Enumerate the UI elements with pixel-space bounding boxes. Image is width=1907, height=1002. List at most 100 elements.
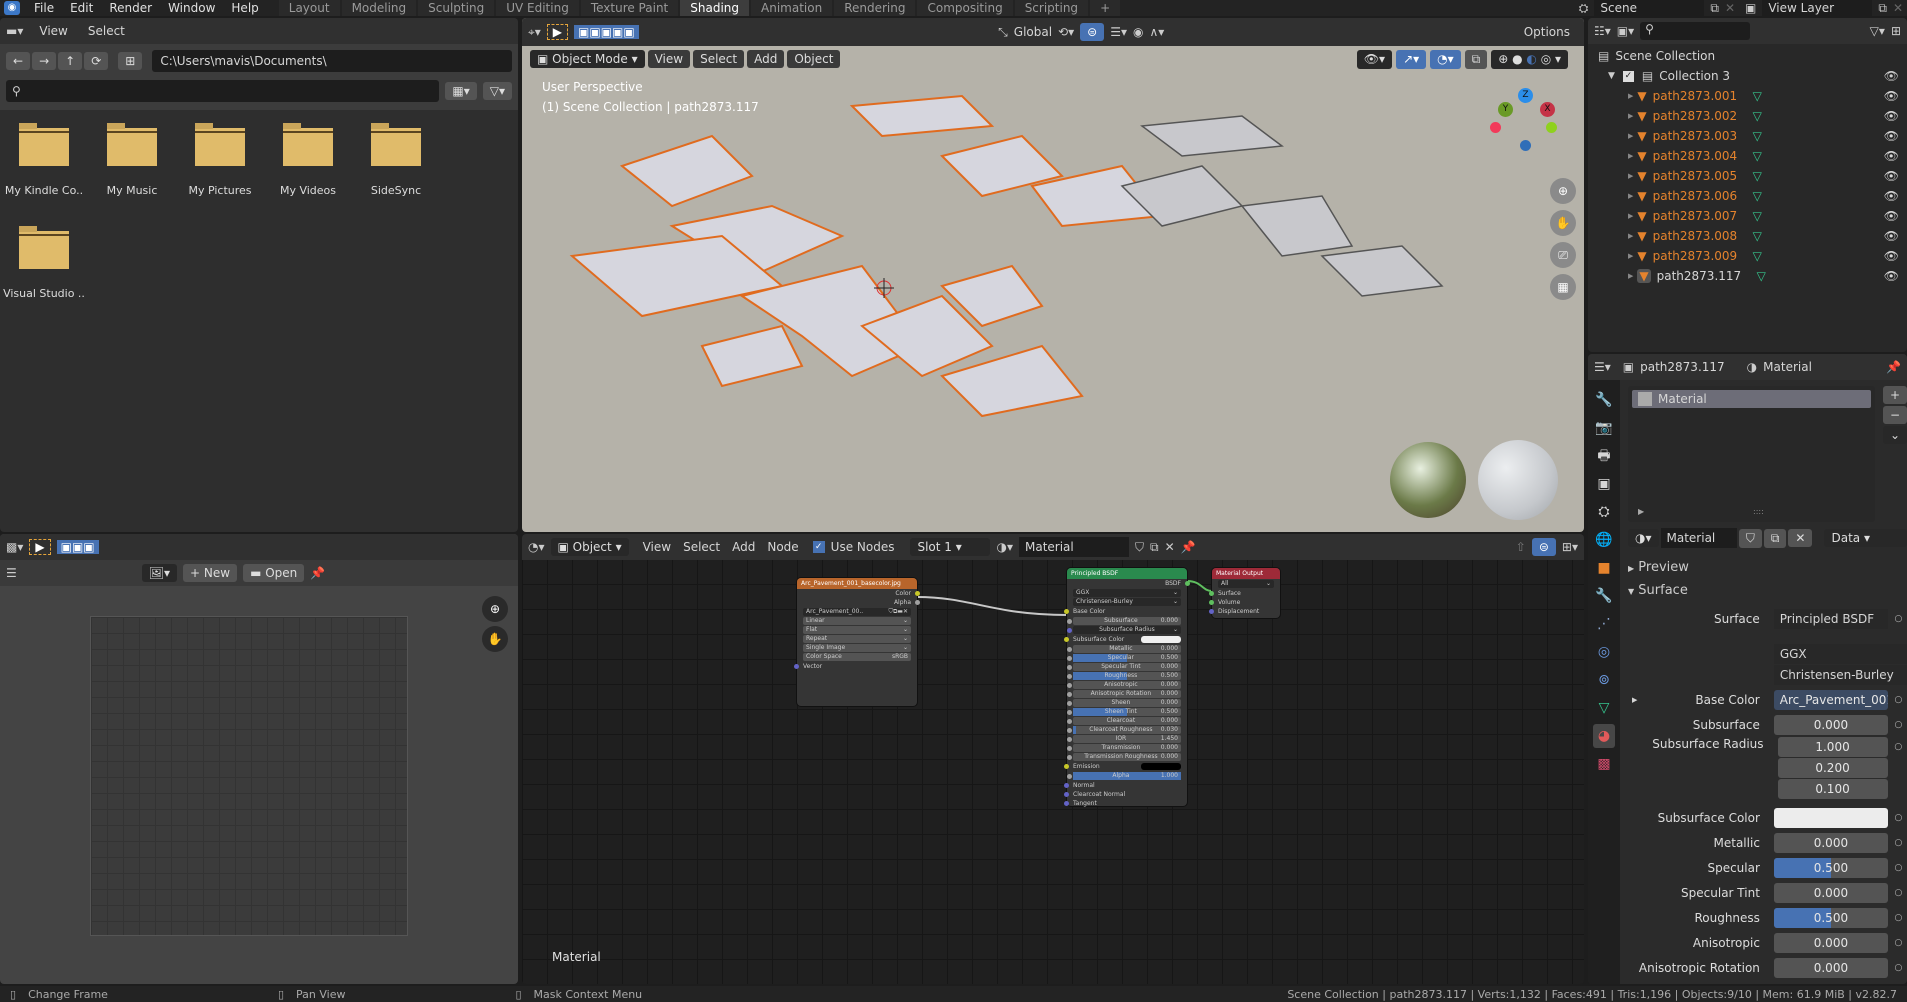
color-swatch[interactable] [1141, 636, 1181, 643]
value-slider[interactable]: 0.000 [1773, 932, 1888, 953]
view-layer-tab-icon[interactable]: ▣ [1593, 472, 1615, 496]
fb-menu-select[interactable]: Select [88, 24, 125, 38]
menu-window[interactable]: Window [160, 0, 223, 16]
mesh-data-icon[interactable]: ▽ [1753, 169, 1762, 183]
pin-icon[interactable]: 📌 [310, 566, 325, 580]
file-item[interactable]: My Pictures [176, 123, 264, 197]
object-name[interactable]: path2873.004 [1653, 149, 1753, 163]
bsdf-input[interactable]: Subsurface 0.000 [1067, 617, 1181, 625]
particles-tab-icon[interactable]: ⋰ [1593, 612, 1615, 636]
gizmo-x-axis[interactable]: X [1540, 102, 1555, 117]
collection-checkbox[interactable]: ✓ [1622, 70, 1634, 82]
file-item[interactable]: My Kindle Co.. [0, 123, 88, 197]
bsdf-input[interactable]: Subsurface Color [1064, 635, 1187, 644]
falloff-icon[interactable]: ∧▾ [1149, 25, 1164, 39]
visibility-eye-icon[interactable]: 👁 [1884, 129, 1899, 143]
resize-handle[interactable]: :::: [1753, 507, 1764, 516]
select-mode-icons[interactable]: ▣▣▣▣▣ [574, 25, 639, 39]
bsdf-input[interactable]: Anisotropic Rotation 0.000 [1067, 690, 1181, 698]
zoom-view-icon[interactable]: ⊕ [482, 596, 508, 622]
socket-icon[interactable]: ○ [1889, 932, 1907, 953]
outliner-object[interactable]: ▶ ▼ path2873.001 ▽ 👁 [1598, 86, 1907, 106]
options-dropdown[interactable]: Options [1524, 25, 1570, 39]
object-name[interactable]: path2873.009 [1653, 249, 1753, 263]
outliner-search[interactable]: ⚲ [1640, 22, 1751, 40]
mesh-data-icon[interactable]: ▽ [1753, 209, 1762, 223]
filter-button[interactable]: ▽▾ [482, 82, 512, 100]
outliner-object[interactable]: ▶ ▼ path2873.002 ▽ 👁 [1598, 106, 1907, 126]
gizmo-z-axis[interactable]: Z [1518, 88, 1533, 103]
color-space-dropdown[interactable]: Color Space sRGB [803, 653, 911, 661]
select-tool-icon[interactable]: ▶ [546, 24, 569, 40]
image-canvas[interactable] [90, 616, 408, 936]
socket-icon[interactable]: ○ [1889, 857, 1907, 878]
menu-edit[interactable]: Edit [62, 0, 101, 16]
snap-target-icon[interactable]: ☰▾ [1110, 25, 1127, 39]
bsdf-node-title[interactable]: Principled BSDF [1067, 568, 1187, 579]
socket-icon[interactable]: ○ [1889, 957, 1907, 978]
image-output-alpha[interactable]: Alpha [797, 598, 920, 607]
object-tab-icon[interactable]: ■ [1593, 556, 1615, 580]
link-dropdown[interactable]: Data ▾ [1824, 529, 1907, 547]
workspace-tab-scripting[interactable]: Scripting [1014, 0, 1089, 16]
visibility-eye-icon[interactable]: 👁 [1884, 69, 1899, 83]
workspace-tab-texture-paint[interactable]: Texture Paint [580, 0, 679, 16]
bsdf-input[interactable]: Sheen Tint 0.500 [1067, 708, 1181, 716]
outliner-object[interactable]: ▶ ▼ path2873.005 ▽ 👁 [1598, 166, 1907, 186]
visibility-eye-icon[interactable]: 👁 [1884, 269, 1899, 283]
gizmo-neg-z[interactable] [1520, 140, 1531, 151]
output-input-surface[interactable]: Surface [1209, 589, 1280, 598]
select-tool-icon[interactable]: ▶ [29, 539, 51, 555]
bsdf-input[interactable]: IOR 1.450 [1067, 735, 1181, 743]
constraints-tab-icon[interactable]: ⊚ [1593, 668, 1615, 692]
editor-type-properties-icon[interactable]: ☰▾ [1594, 360, 1611, 374]
bsdf-input[interactable]: Subsurface Radius ⌄ [1067, 626, 1181, 634]
socket-icon[interactable]: ○ [1889, 714, 1907, 735]
file-item[interactable]: SideSync [352, 123, 440, 197]
value-slider[interactable]: 0.500 [1773, 857, 1888, 878]
distribution-dropdown[interactable]: GGX [1773, 643, 1907, 664]
expand-arrow-icon[interactable]: ▶ [1628, 112, 1633, 120]
menu-file[interactable]: File [26, 0, 62, 16]
object-name[interactable]: path2873.002 [1653, 109, 1753, 123]
expand-arrow-icon[interactable]: ▶ [1632, 696, 1637, 704]
color-swatch[interactable] [1141, 763, 1181, 770]
surface-panel-header[interactable]: ▼ Surface [1628, 583, 1907, 598]
bsdf-input[interactable]: Alpha 1.000 [1067, 772, 1181, 780]
bsdf-input[interactable]: Metallic 0.000 [1067, 645, 1181, 653]
image-node-dropdown[interactable]: Linear ⌄ [803, 617, 911, 625]
socket-icon[interactable]: ○ [1889, 882, 1907, 903]
remove-slot-button[interactable]: − [1882, 406, 1907, 424]
physics-tab-icon[interactable]: ◎ [1593, 640, 1615, 664]
pivot-icon[interactable]: ⟲▾ [1058, 25, 1074, 39]
delete-view-layer-icon[interactable]: ✕ [1893, 1, 1903, 15]
filter-layer-icon[interactable]: ▣▾ [1617, 24, 1634, 38]
object-name[interactable]: path2873.005 [1653, 169, 1753, 183]
outliner-object[interactable]: ▶ ▼ path2873.004 ▽ 👁 [1598, 146, 1907, 166]
outliner-object[interactable]: ▶ ▼ path2873.117 ▽ 👁 [1598, 266, 1907, 286]
mesh-data-icon[interactable]: ▽ [1753, 249, 1762, 263]
bsdf-input[interactable]: Normal [1064, 781, 1187, 790]
workspace-tab-animation[interactable]: Animation [751, 0, 833, 16]
material-output-node[interactable]: Material Output All ⌄ Surface Volume Displa… [1209, 568, 1280, 618]
output-target-dropdown[interactable]: All ⌄ [1218, 580, 1274, 588]
render-tab-icon[interactable]: 📷 [1593, 416, 1615, 440]
transform-orientation-dropdown[interactable]: Global [1014, 25, 1052, 39]
file-item[interactable]: Visual Studio .. [0, 226, 88, 300]
copy-view-layer-icon[interactable]: ⧉ [1878, 1, 1887, 16]
new-image-button[interactable]: + New [183, 564, 238, 582]
workspace-tab-shading[interactable]: Shading [680, 0, 749, 16]
bsdf-input[interactable]: Anisotropic 0.000 [1067, 681, 1181, 689]
bsdf-input[interactable]: Emission [1064, 762, 1187, 771]
mesh-data-icon[interactable]: ▽ [1753, 129, 1762, 143]
image-texture-node[interactable]: Arc_Pavement_001_basecolor.jpg Color Alp… [794, 578, 920, 706]
mesh-data-icon[interactable]: ▽ [1753, 89, 1762, 103]
bsdf-distribution-dropdown[interactable]: GGX ⌄ [1073, 589, 1181, 597]
bsdf-input[interactable]: Clearcoat Roughness 0.030 [1067, 726, 1181, 734]
mesh-data-icon[interactable]: ▽ [1753, 109, 1762, 123]
object-name[interactable]: path2873.117 [1657, 269, 1757, 283]
subsurface-method-dropdown[interactable]: Christensen-Burley [1773, 664, 1907, 685]
workspace-tab-rendering[interactable]: Rendering [834, 0, 916, 16]
value-slider[interactable]: 0.000 [1773, 832, 1888, 853]
file-item[interactable]: My Music [88, 123, 176, 197]
